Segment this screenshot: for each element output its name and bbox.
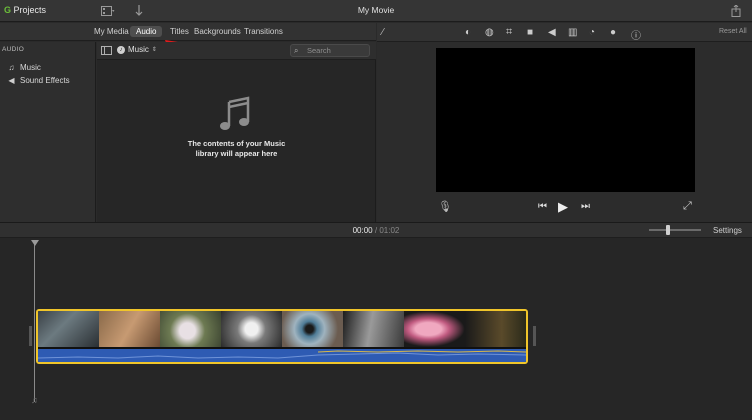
clip-frame (221, 311, 282, 347)
music-placeholder-icon (220, 96, 250, 130)
clip-frame (404, 311, 465, 347)
total-duration: 01:02 (379, 226, 400, 235)
filter-icon[interactable]: ● (610, 27, 616, 38)
search-icon: ⌕ (294, 46, 299, 55)
toggle-sidebar-icon[interactable] (101, 46, 112, 57)
tab-audio[interactable]: Audio (130, 26, 163, 37)
chevron-updown-icon: ⇕ (151, 47, 157, 53)
speaker-icon: ◀ (8, 76, 15, 85)
time-separator: / (374, 226, 378, 235)
music-source-dropdown[interactable]: ♪ Music ⇕ (117, 45, 157, 54)
play-icon[interactable]: ▶ (558, 199, 568, 215)
source-label: Music (128, 45, 149, 54)
empty-message-line-2: library will appear here (195, 149, 278, 158)
fullscreen-icon[interactable]: ⤢ (683, 200, 692, 213)
sidebar-item-label: Music (20, 63, 41, 72)
title-bar: G Projects My Movie (0, 0, 752, 22)
settings-button[interactable]: Settings (713, 226, 742, 235)
empty-message-line-1: The contents of your Music (187, 139, 286, 148)
clip-frame (343, 311, 404, 347)
music-app-icon: ♪ (117, 45, 125, 54)
stabilization-icon[interactable]: ■ (527, 27, 533, 38)
music-note-icon: ♫ (8, 63, 15, 72)
color-balance-icon[interactable]: ◐ (465, 27, 471, 38)
video-preview[interactable] (436, 48, 695, 192)
audio-browser: ♪ Music ⇕ ⌕ Search The contents of your … (97, 42, 376, 222)
clip-frame (99, 311, 160, 347)
sidebar-item-sound-effects[interactable]: ◀ Sound Effects (7, 76, 70, 85)
clip-frame (465, 311, 526, 347)
browser-toolbar: ♪ Music ⇕ ⌕ Search (97, 42, 376, 60)
sidebar-item-label: Sound Effects (20, 76, 70, 85)
zoom-slider-handle[interactable] (666, 225, 670, 235)
clip-right-handle[interactable] (533, 326, 536, 346)
clip-left-handle[interactable] (29, 326, 32, 346)
clip-frame (282, 311, 343, 347)
viewer-toolbar: ⁄ ◐ ◍ ⌗ ■ ◀ ▥ ◔ ● ⓘ Reset All (377, 23, 752, 42)
video-clip[interactable] (36, 309, 528, 364)
sidebar-item-music[interactable]: ♫ Music (7, 63, 41, 72)
color-correction-icon[interactable]: ◍ (485, 27, 494, 38)
zoom-slider[interactable] (649, 225, 701, 235)
magic-wand-icon[interactable]: ⁄ (382, 27, 384, 38)
tab-transitions[interactable]: Transitions (238, 26, 289, 37)
playhead[interactable] (34, 242, 35, 402)
skip-forward-icon[interactable]: ⏭︎ (581, 201, 590, 212)
clip-frame (160, 311, 221, 347)
timeline-header: 00:00 / 01:02 Settings (0, 223, 752, 238)
skip-back-icon[interactable]: ⏮︎ (538, 201, 547, 212)
current-time: 00:00 (352, 226, 373, 235)
info-icon[interactable]: ⓘ (631, 27, 641, 42)
window-title: My Movie (357, 5, 395, 15)
crop-icon[interactable]: ⌗ (506, 26, 512, 39)
sidebar-header: AUDIO (2, 46, 25, 53)
share-icon[interactable] (731, 4, 741, 20)
speed-icon[interactable]: ◔ (589, 27, 595, 38)
clip-filmstrip (38, 311, 526, 347)
audio-waveform (38, 349, 526, 362)
reset-all-button[interactable]: Reset All (719, 28, 747, 35)
search-placeholder: Search (307, 46, 331, 55)
waveform-graphic (38, 350, 526, 359)
timecode-display: 00:00 / 01:02 (0, 226, 752, 235)
microphone-icon[interactable]: 🎙︎ (438, 200, 452, 213)
equalizer-icon[interactable]: ▥ (568, 27, 577, 38)
playhead-marker-icon[interactable] (31, 240, 39, 246)
tab-my-media[interactable]: My Media (88, 26, 135, 37)
clip-frame (38, 311, 99, 347)
audio-track-icon: ♫ (31, 395, 38, 405)
search-input[interactable]: ⌕ Search (290, 44, 370, 57)
volume-icon[interactable]: ◀ (548, 27, 556, 38)
empty-library-message: The contents of your Music library will … (97, 139, 376, 159)
audio-sidebar: AUDIO ♫ Music ◀ Sound Effects (0, 42, 96, 222)
